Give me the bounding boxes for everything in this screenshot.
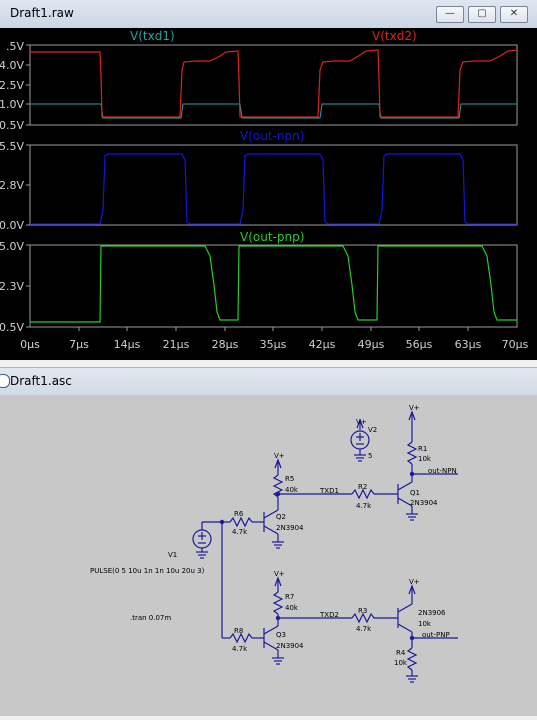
r5-label: R5: [285, 475, 294, 483]
maximize-button[interactable]: ▢: [468, 6, 496, 23]
r7-value: 40k: [285, 604, 299, 612]
v1-label: V1: [168, 551, 177, 559]
r7-label: R7: [285, 593, 294, 601]
r8-value: 4.7k: [232, 645, 248, 653]
r3-value: 4.7k: [356, 625, 372, 633]
schematic-canvas[interactable]: V+ V2 5 V+ R1 10k out-NPN Q1 2N3904 R2 4…: [0, 395, 537, 716]
schematic-window-title: Draft1.asc: [10, 374, 72, 388]
y-tick-label: 0.5V: [0, 321, 24, 334]
y-tick-label: 2.3V: [0, 280, 24, 293]
q3-value: 2N3904: [276, 642, 304, 650]
trace-label-out-pnp: V(out-pnp): [240, 230, 304, 244]
r4-label: R4: [396, 649, 406, 657]
vplus-label: V+: [274, 452, 285, 460]
pane-3-frame: [29, 244, 518, 328]
v2-value: 5: [368, 452, 372, 460]
trace-txd2: [30, 49, 518, 118]
plot-window-title: Draft1.raw: [10, 6, 74, 20]
y-tick-label: 2.8V: [0, 179, 24, 192]
pane-1-frame: [29, 44, 518, 126]
vplus-label: V+: [356, 418, 367, 426]
trace-label-txd1: V(txd1): [130, 29, 175, 43]
r1-label: R1: [418, 445, 427, 453]
v2-label: V2: [368, 426, 377, 434]
plot-window-titlebar[interactable]: Draft1.raw — ▢ ✕: [0, 0, 537, 29]
r3-label: R3: [358, 607, 367, 615]
q1-label: Q1: [410, 489, 420, 497]
vplus-label: V+: [409, 404, 420, 412]
net-txd2: TXD2: [319, 611, 339, 619]
y-tick-label: 0.0V: [0, 219, 24, 232]
q2-label: Q2: [276, 513, 286, 521]
x-tick-label: 63µs: [455, 338, 482, 351]
trace-out-npn: [30, 153, 517, 225]
v1-value: PULSE(0 5 10u 1n 1n 10u 20u 3): [90, 567, 205, 575]
x-tick-label: 49µs: [358, 338, 385, 351]
x-tick-label: 0µs: [20, 338, 40, 351]
r2-label: R2: [358, 483, 367, 491]
vplus-label: V+: [409, 578, 420, 586]
tran-directive[interactable]: .tran 0.07m: [130, 614, 171, 622]
r6-label: R6: [234, 510, 244, 518]
schematic-icon: [0, 374, 10, 388]
y-tick-label: 5.5V: [0, 140, 24, 153]
r6-value: 4.7k: [232, 528, 248, 536]
y-tick-label: 2.5V: [0, 79, 24, 92]
net-out-npn: out-NPN: [428, 467, 457, 475]
trace-label-out-npn: V(out-npn): [240, 129, 304, 143]
x-tick-label: 21µs: [163, 338, 190, 351]
minimize-button[interactable]: —: [436, 6, 464, 23]
x-tick-label: 28µs: [212, 338, 239, 351]
q4-value: 2N3906: [418, 609, 446, 617]
q2-value: 2N3904: [276, 524, 304, 532]
trace-label-txd2: V(txd2): [372, 29, 417, 43]
pane-2-frame: [29, 144, 518, 226]
trace-txd1: [30, 103, 517, 119]
schematic-window-titlebar[interactable]: Draft1.asc: [0, 367, 537, 396]
net-txd1: TXD1: [319, 487, 339, 495]
waveform-plot-area[interactable]: V(txd1) V(txd2) V(out-npn) V(out-pnp) .5…: [0, 28, 537, 360]
q3-label: Q3: [276, 631, 286, 639]
vplus-label: V+: [274, 570, 285, 578]
r4-value: 10k: [394, 659, 408, 667]
y-tick-label: 0.5V: [0, 119, 24, 132]
y-tick-label: .5V: [6, 40, 24, 53]
r1-value: 10k: [418, 455, 432, 463]
close-button[interactable]: ✕: [500, 6, 528, 23]
r8-label: R8: [234, 627, 243, 635]
x-tick-label: 56µs: [406, 338, 433, 351]
x-tick-label: 42µs: [309, 338, 336, 351]
x-tick-label: 14µs: [114, 338, 141, 351]
x-tick-label: 70µs: [502, 338, 529, 351]
waveform-svg: V(txd1) V(txd2) V(out-npn) V(out-pnp) .5…: [0, 29, 529, 351]
q1-value: 2N3904: [410, 499, 438, 507]
x-tick-label: 35µs: [260, 338, 287, 351]
schematic-svg: V+ V2 5 V+ R1 10k out-NPN Q1 2N3904 R2 4…: [90, 404, 458, 683]
x-tick-label: 7µs: [69, 338, 89, 351]
net-out-pnp: out-PNP: [422, 631, 450, 639]
y-tick-label: 5.0V: [0, 240, 24, 253]
q4-extra: 10k: [418, 620, 432, 628]
y-tick-label: 1.0V: [0, 98, 24, 111]
y-tick-label: 4.0V: [0, 59, 24, 72]
r2-value: 4.7k: [356, 502, 372, 510]
trace-out-pnp: [30, 245, 517, 323]
r5-value: 40k: [285, 486, 299, 494]
